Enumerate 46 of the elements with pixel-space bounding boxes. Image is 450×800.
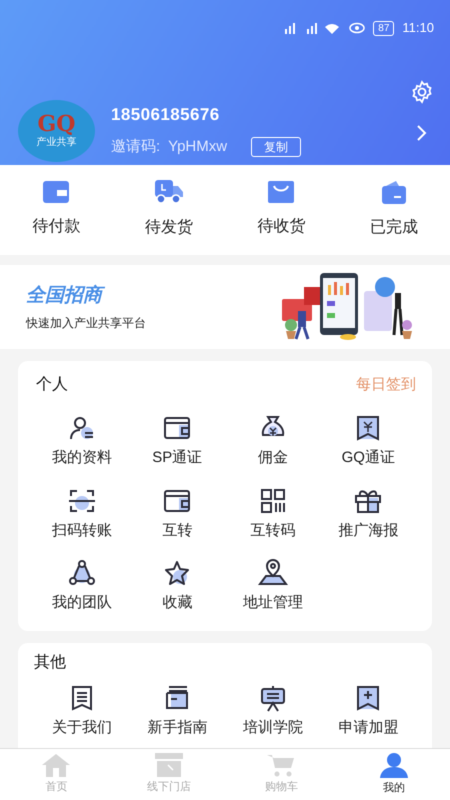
menu-item-label[interactable]: 地址管理 (242, 592, 303, 614)
storefront-icon (154, 753, 184, 778)
truck-icon (154, 180, 183, 204)
map-pin-icon (258, 558, 288, 588)
menu-item-label[interactable]: 扫码转账 (52, 520, 112, 542)
invite-label: 邀请码: (111, 136, 160, 156)
section-title: 其他 (34, 652, 67, 672)
menu-item-label[interactable]: 新手指南 (147, 716, 208, 739)
menu-item-label[interactable]: 培训学院 (242, 716, 303, 739)
menu-item-label[interactable]: 关于我们 (52, 716, 112, 739)
chevron-right-icon[interactable] (416, 124, 428, 142)
shopping-bag-icon (268, 181, 294, 203)
menu-item-label[interactable]: SP通证 (152, 447, 202, 470)
eye-icon (349, 22, 366, 34)
settings-icon[interactable] (410, 80, 434, 104)
wallet-icon (43, 181, 70, 203)
battery-indicator: 87 (373, 20, 394, 36)
menu-item-label[interactable]: 互转码 (250, 520, 296, 542)
logo-letters: GQ (38, 112, 76, 134)
menu-item-label[interactable]: 我的资料 (52, 447, 112, 470)
section-title: 个人 (36, 375, 68, 395)
banner-title: 全国招商 (26, 282, 146, 310)
menu-item-label[interactable]: 我的团队 (52, 592, 112, 614)
menu-item-label[interactable]: 互转 (162, 520, 192, 542)
person-icon (378, 752, 409, 778)
menu-item-label[interactable]: 收藏 (162, 592, 192, 614)
menu-item-label[interactable]: 推广海报 (338, 520, 398, 542)
order-status-label[interactable]: 待收货 (257, 215, 306, 239)
nav-tab[interactable]: 我的 (338, 749, 450, 800)
banner-subtitle: 快速加入产业共享平台 (26, 315, 146, 332)
status-time: 11:10 (402, 19, 434, 38)
recruitment-banner[interactable]: 全国招商 快速加入产业共享平台 (0, 265, 450, 349)
order-status-label[interactable]: 已完成 (370, 216, 418, 240)
menu-item-label[interactable]: GQ通证 (342, 447, 395, 470)
wallet-icon (382, 180, 406, 204)
logo-caption: 产业共享 (36, 136, 76, 150)
copy-button[interactable]: 复制 (251, 136, 302, 157)
menu-item-label[interactable]: 佣金 (258, 447, 288, 470)
home-icon (41, 753, 72, 778)
invite-code: YpHMxw (168, 136, 228, 156)
order-status-label[interactable]: 待发货 (144, 216, 193, 240)
team-icon (66, 558, 97, 588)
menu-item-label[interactable]: 申请加盟 (338, 716, 398, 739)
shopping-cart-icon (266, 753, 296, 778)
order-status-label[interactable]: 待付款 (32, 215, 80, 239)
phone-number: 18506185676 (111, 104, 221, 126)
